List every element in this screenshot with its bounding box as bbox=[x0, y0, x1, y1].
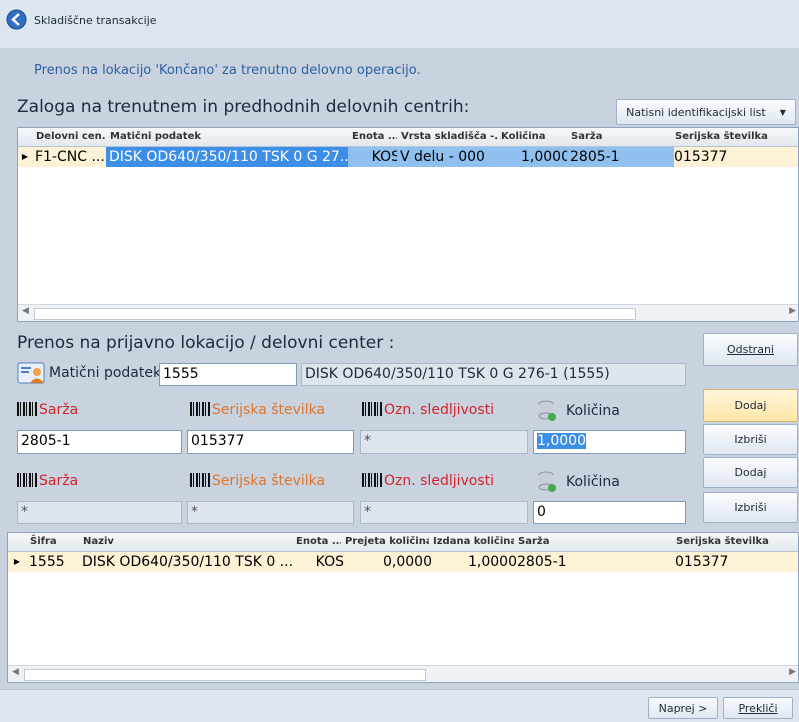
qty-input-selection: 1,0000 bbox=[537, 433, 586, 449]
barcode-icon bbox=[190, 402, 210, 416]
cell-unit: KOS bbox=[315, 554, 344, 570]
serial-label-text: Serijska številka bbox=[212, 402, 326, 418]
cell-code: 1555 bbox=[29, 554, 65, 570]
trace-label-text: Ozn. sledljivosti bbox=[384, 402, 495, 418]
chevron-down-icon: ▼ bbox=[779, 107, 786, 117]
cell-qty: 1,0000 bbox=[497, 147, 573, 167]
col-name[interactable]: Naziv bbox=[79, 533, 297, 552]
scroll-right-icon[interactable]: ▶ bbox=[789, 667, 796, 677]
window-title: Skladiščne transakcije bbox=[34, 14, 157, 27]
batch-input[interactable]: 2805-1 bbox=[17, 430, 182, 454]
stock-grid: Delovni cen... Matični podatek Enota ...… bbox=[17, 127, 799, 322]
cell-batch: 2805-1 bbox=[517, 554, 567, 570]
cell-name: DISK OD640/350/110 TSK 0 ... bbox=[82, 554, 294, 570]
batch-label-text: Sarža bbox=[39, 402, 79, 418]
table-row[interactable]: ▶ F1-CNC ... DISK OD640/350/110 TSK 0 G … bbox=[18, 147, 798, 167]
trace-input: * bbox=[360, 430, 528, 454]
row-pointer-icon: ▶ bbox=[21, 152, 29, 161]
cell-batch: 2805-1 bbox=[567, 147, 674, 167]
cell-serial: 015377 bbox=[674, 149, 728, 165]
cell-workcenter: F1-CNC ... bbox=[35, 149, 105, 165]
serial-input[interactable]: 015377 bbox=[187, 430, 354, 454]
serial-label-2: Serijska številka bbox=[190, 473, 325, 489]
col-batch[interactable]: Sarža bbox=[567, 128, 676, 147]
remove-button[interactable]: Odstrani bbox=[703, 333, 798, 366]
col-master[interactable]: Matični podatek bbox=[106, 128, 353, 147]
trace-label-2-text: Ozn. sledljivosti bbox=[384, 473, 495, 489]
master-description: DISK OD640/350/110 TSK 0 G 276-1 (1555) bbox=[301, 363, 686, 386]
delete-button[interactable]: Izbriši bbox=[703, 424, 798, 455]
col-qty[interactable]: Količina bbox=[497, 128, 572, 147]
col-batch[interactable]: Sarža bbox=[514, 533, 677, 552]
scroll-left-icon[interactable]: ◀ bbox=[22, 306, 29, 316]
barcode-icon bbox=[362, 473, 382, 487]
transfer-heading: Prenos na prijavno lokacijo / delovni ce… bbox=[17, 333, 395, 353]
result-grid: Šifra Naziv Enota ... Prejeta količina I… bbox=[7, 532, 799, 683]
col-type[interactable]: Vrsta skladišča -... bbox=[397, 128, 502, 147]
cancel-button[interactable]: Prekliči bbox=[723, 697, 793, 719]
master-label: Matični podatek bbox=[49, 365, 162, 381]
col-serial[interactable]: Serijska številka bbox=[672, 533, 798, 552]
qty-label-2: Količina bbox=[566, 474, 620, 490]
trace-input-2: * bbox=[360, 501, 528, 524]
delete-button-2[interactable]: Izbriši bbox=[703, 492, 798, 523]
qty-input[interactable]: 1,0000 bbox=[533, 430, 686, 454]
cell-unit: KOS bbox=[348, 147, 403, 167]
barcode-icon bbox=[190, 473, 210, 487]
page-subtitle: Prenos na lokacijo 'Končano' za trenutno… bbox=[34, 63, 421, 78]
batch-label: Sarža bbox=[17, 402, 78, 418]
scrollbar-thumb[interactable] bbox=[24, 669, 426, 681]
col-workcenter[interactable]: Delovni cen... bbox=[32, 128, 111, 147]
row-pointer-icon: ▶ bbox=[13, 557, 21, 566]
col-unit[interactable]: Enota ... bbox=[348, 128, 402, 147]
row-header-corner bbox=[8, 533, 27, 552]
cell-master: DISK OD640/350/110 TSK 0 G 27... bbox=[106, 147, 351, 167]
database-icon bbox=[538, 471, 556, 492]
batch-label-2: Sarža bbox=[17, 473, 78, 489]
scroll-left-icon[interactable]: ◀ bbox=[12, 667, 19, 677]
next-button[interactable]: Naprej > bbox=[648, 697, 718, 719]
cell-issued: 1,0000 bbox=[468, 554, 517, 570]
barcode-icon bbox=[362, 402, 382, 416]
scroll-right-icon[interactable]: ▶ bbox=[789, 306, 796, 316]
cell-type: V delu - 000 bbox=[397, 147, 500, 167]
serial-input-2: * bbox=[187, 501, 354, 524]
add-button-2[interactable]: Dodaj bbox=[703, 457, 798, 488]
col-unit[interactable]: Enota ... bbox=[292, 533, 346, 552]
master-input[interactable]: 1555 bbox=[159, 363, 297, 386]
col-serial[interactable]: Serijska številka bbox=[671, 128, 798, 147]
col-issued[interactable]: Izdana količina bbox=[429, 533, 519, 552]
database-icon bbox=[538, 400, 556, 421]
qty-input-2[interactable]: 0 bbox=[533, 501, 686, 524]
serial-label: Serijska številka bbox=[190, 402, 325, 418]
cell-serial: 015377 bbox=[675, 554, 729, 570]
user-card-icon bbox=[17, 362, 45, 384]
stock-heading: Zaloga na trenutnem in predhodnih delovn… bbox=[17, 97, 470, 117]
qty-label: Količina bbox=[566, 403, 620, 419]
row-header-corner bbox=[18, 128, 33, 147]
table-row[interactable]: ▶ 1555 DISK OD640/350/110 TSK 0 ... KOS … bbox=[8, 552, 798, 572]
barcode-icon bbox=[17, 473, 37, 487]
serial-label-2-text: Serijska številka bbox=[212, 473, 326, 489]
col-received[interactable]: Prejeta količina bbox=[341, 533, 434, 552]
back-arrow-icon[interactable] bbox=[6, 9, 27, 30]
barcode-icon bbox=[17, 402, 37, 416]
add-button[interactable]: Dodaj bbox=[703, 389, 798, 422]
print-id-sheet-button[interactable]: Natisni identifikacijski list ▼ bbox=[616, 99, 796, 125]
batch-label-2-text: Sarža bbox=[39, 473, 79, 489]
cell-received: 0,0000 bbox=[383, 554, 432, 570]
trace-label-2: Ozn. sledljivosti bbox=[362, 473, 494, 489]
trace-label: Ozn. sledljivosti bbox=[362, 402, 494, 418]
horizontal-scrollbar[interactable]: ◀ ▶ bbox=[8, 665, 798, 682]
print-id-sheet-label: Natisni identifikacijski list bbox=[626, 105, 766, 119]
batch-input-2: * bbox=[17, 501, 182, 524]
scrollbar-thumb[interactable] bbox=[34, 308, 636, 320]
col-code[interactable]: Šifra bbox=[26, 533, 84, 552]
horizontal-scrollbar[interactable]: ◀ ▶ bbox=[18, 304, 798, 321]
